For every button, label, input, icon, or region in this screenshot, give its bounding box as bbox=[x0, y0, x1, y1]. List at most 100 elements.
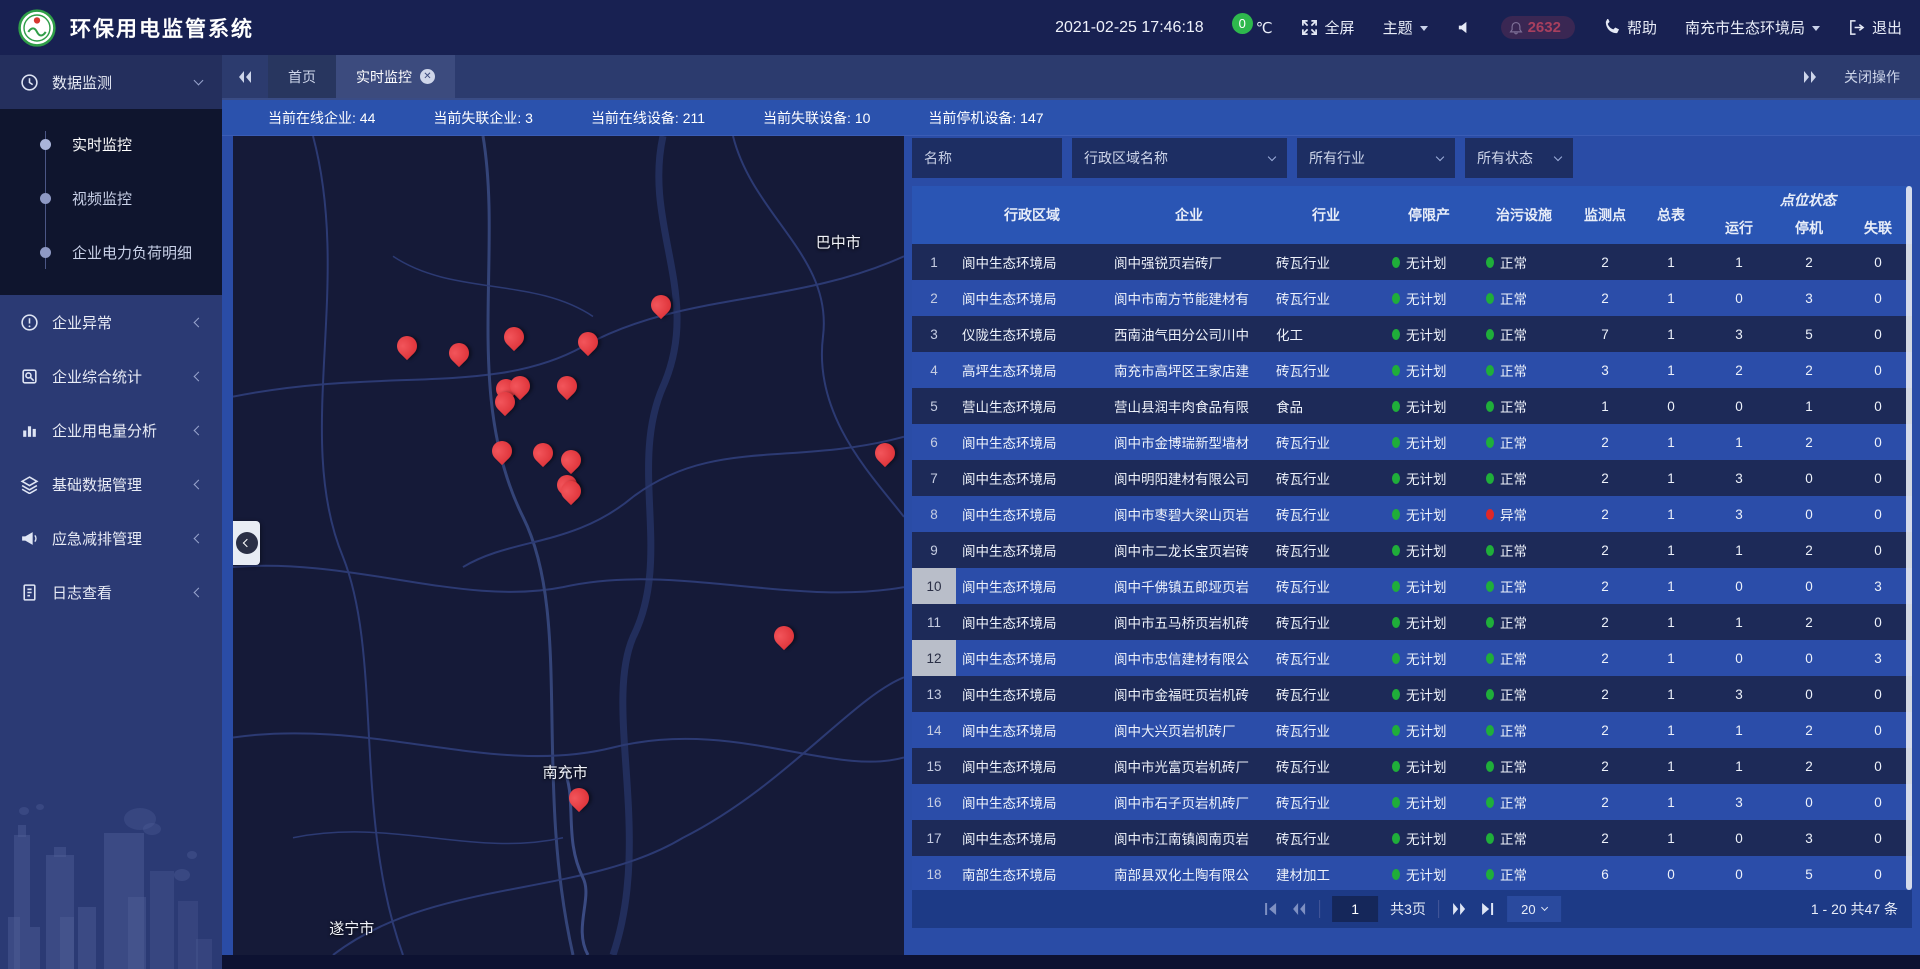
table-row[interactable]: 9阆中生态环境局阆中市二龙长宝页岩砖砖瓦行业无计划正常21120 bbox=[912, 532, 1912, 568]
table-row[interactable]: 17阆中生态环境局阆中市江南镇阆南页岩砖瓦行业无计划正常21030 bbox=[912, 820, 1912, 856]
help-button[interactable]: 帮助 bbox=[1603, 17, 1657, 38]
table-row[interactable]: 12阆中生态环境局阆中市忠信建材有限公砖瓦行业无计划正常21003 bbox=[912, 640, 1912, 676]
first-page-icon[interactable] bbox=[1263, 902, 1279, 916]
cell-run: 0 bbox=[1704, 291, 1774, 306]
table-row[interactable]: 10阆中生态环境局阆中千佛镇五郎垭页岩砖瓦行业无计划正常21003 bbox=[912, 568, 1912, 604]
table-row[interactable]: 8阆中生态环境局阆中市枣碧大梁山页岩砖瓦行业无计划异常21300 bbox=[912, 496, 1912, 532]
table-row[interactable]: 6阆中生态环境局阆中市金博瑞新型墙材砖瓦行业无计划正常21120 bbox=[912, 424, 1912, 460]
status-select[interactable]: 所有状态 bbox=[1465, 138, 1573, 178]
map-pin[interactable] bbox=[561, 450, 581, 470]
map-pin[interactable] bbox=[875, 443, 895, 463]
map-pin[interactable] bbox=[561, 481, 581, 501]
table-row[interactable]: 15阆中生态环境局阆中市光富页岩机砖厂砖瓦行业无计划正常21120 bbox=[912, 748, 1912, 784]
pin-icon bbox=[488, 437, 516, 465]
next-page-icon[interactable] bbox=[1451, 902, 1467, 916]
sidebar-subitem[interactable]: 企业电力负荷明细 bbox=[0, 225, 222, 279]
chevrons-right-icon[interactable] bbox=[1802, 70, 1818, 84]
org-dropdown[interactable]: 南充市生态环境局 bbox=[1685, 17, 1820, 38]
table-row[interactable]: 1阆中生态环境局阆中强锐页岩砖厂砖瓦行业无计划正常21120 bbox=[912, 244, 1912, 280]
cell-region: 阆中生态环境局 bbox=[956, 648, 1108, 668]
status-dot-icon bbox=[1392, 545, 1400, 556]
table-row[interactable]: 13阆中生态环境局阆中市金福旺页岩机砖砖瓦行业无计划正常21300 bbox=[912, 676, 1912, 712]
cell-meters: 1 bbox=[1638, 831, 1704, 846]
cell-stop: 1 bbox=[1774, 399, 1844, 414]
tab-close-icon[interactable]: ✕ bbox=[420, 69, 435, 84]
cell-run: 2 bbox=[1704, 363, 1774, 378]
table-row[interactable]: 4高坪生态环境局南充市高坪区王家店建砖瓦行业无计划正常31220 bbox=[912, 352, 1912, 388]
map-pin[interactable] bbox=[557, 376, 577, 396]
cell-company: 西南油气田分公司川中 bbox=[1108, 324, 1270, 344]
cell-industry: 砖瓦行业 bbox=[1270, 288, 1382, 308]
cell-limit-status: 无计划 bbox=[1382, 324, 1476, 344]
cell-industry: 砖瓦行业 bbox=[1270, 720, 1382, 740]
fullscreen-button[interactable]: 全屏 bbox=[1301, 17, 1355, 38]
cell-run: 1 bbox=[1704, 615, 1774, 630]
cell-run: 0 bbox=[1704, 579, 1774, 594]
table-row[interactable]: 16阆中生态环境局阆中市石子页岩机砖厂砖瓦行业无计划正常21300 bbox=[912, 784, 1912, 820]
table-row[interactable]: 2阆中生态环境局阆中市南方节能建材有砖瓦行业无计划正常21030 bbox=[912, 280, 1912, 316]
map-pin[interactable] bbox=[492, 441, 512, 461]
status-dot-icon bbox=[1486, 437, 1494, 448]
cell-company: 阆中市南方节能建材有 bbox=[1108, 288, 1270, 308]
table-scrollbar[interactable] bbox=[1906, 186, 1912, 890]
map-pin[interactable] bbox=[495, 392, 515, 412]
cell-limit-status: 无计划 bbox=[1382, 684, 1476, 704]
tabs-scroll-left-button[interactable] bbox=[222, 55, 268, 98]
sidebar-item-5[interactable]: 基础数据管理 bbox=[0, 457, 222, 511]
notification-button[interactable]: 2632 bbox=[1501, 16, 1575, 39]
map-collapse-handle[interactable] bbox=[233, 521, 260, 565]
cell-lost: 0 bbox=[1844, 831, 1912, 846]
page-size-select[interactable]: 20 bbox=[1507, 896, 1561, 922]
status-dot-icon bbox=[1486, 473, 1494, 484]
status-dot-icon bbox=[1486, 689, 1494, 700]
sidebar-item-1[interactable]: 数据监测 bbox=[0, 55, 222, 109]
sidebar-item-6[interactable]: 应急减排管理 bbox=[0, 511, 222, 565]
map-pin[interactable] bbox=[449, 343, 469, 363]
map-roads bbox=[233, 136, 904, 955]
map-pin[interactable] bbox=[533, 443, 553, 463]
sidebar-item-4[interactable]: 企业用电量分析 bbox=[0, 403, 222, 457]
status-dot-icon bbox=[1392, 473, 1400, 484]
tab-home[interactable]: 首页 bbox=[268, 55, 336, 98]
sidebar-subitem[interactable]: 实时监控 bbox=[0, 117, 222, 171]
cell-facility-status: 正常 bbox=[1476, 252, 1572, 272]
industry-select[interactable]: 所有行业 bbox=[1297, 138, 1455, 178]
map-pin[interactable] bbox=[651, 295, 671, 315]
cell-industry: 砖瓦行业 bbox=[1270, 252, 1382, 272]
map-pin[interactable] bbox=[504, 327, 524, 347]
table-row[interactable]: 5营山生态环境局营山县润丰肉食品有限食品无计划正常10010 bbox=[912, 388, 1912, 424]
table-row[interactable]: 18南部生态环境局南部县双化土陶有限公建材加工无计划正常60050 bbox=[912, 856, 1912, 890]
cell-stop: 2 bbox=[1774, 543, 1844, 558]
table-row[interactable]: 14阆中生态环境局阆中大兴页岩机砖厂砖瓦行业无计划正常21120 bbox=[912, 712, 1912, 748]
name-search-input[interactable] bbox=[912, 138, 1062, 178]
last-page-icon[interactable] bbox=[1479, 902, 1495, 916]
pin-icon bbox=[871, 439, 899, 467]
sidebar-subitem[interactable]: 视频监控 bbox=[0, 171, 222, 225]
map-pin[interactable] bbox=[774, 626, 794, 646]
cell-industry: 砖瓦行业 bbox=[1270, 576, 1382, 596]
cell-points: 2 bbox=[1572, 579, 1638, 594]
table-row[interactable]: 7阆中生态环境局阆中明阳建材有限公司砖瓦行业无计划正常21300 bbox=[912, 460, 1912, 496]
close-operations-button[interactable]: 关闭操作 bbox=[1844, 67, 1900, 87]
sidebar-item-7[interactable]: 日志查看 bbox=[0, 565, 222, 619]
map-pin[interactable] bbox=[397, 336, 417, 356]
table-row[interactable]: 3仪陇生态环境局西南油气田分公司川中化工无计划正常71350 bbox=[912, 316, 1912, 352]
chevron-left-icon bbox=[242, 539, 250, 547]
speaker-icon[interactable] bbox=[1456, 19, 1473, 36]
map[interactable]: 巴中市南充市遂宁市 bbox=[233, 136, 904, 955]
prev-page-icon[interactable] bbox=[1291, 902, 1307, 916]
bullet-dot-icon bbox=[40, 193, 51, 204]
theme-dropdown[interactable]: 主题 bbox=[1383, 17, 1428, 38]
region-select[interactable]: 行政区域名称 bbox=[1072, 138, 1287, 178]
cell-index: 7 bbox=[912, 460, 956, 496]
tab-realtime-monitor[interactable]: 实时监控 ✕ bbox=[336, 55, 455, 98]
map-pin[interactable] bbox=[569, 788, 589, 808]
logout-button[interactable]: 退出 bbox=[1848, 17, 1902, 38]
page-number-input[interactable] bbox=[1332, 896, 1378, 922]
sidebar-item-3[interactable]: 企业综合统计 bbox=[0, 349, 222, 403]
table-row[interactable]: 11阆中生态环境局阆中市五马桥页岩机砖砖瓦行业无计划正常21120 bbox=[912, 604, 1912, 640]
map-pin[interactable] bbox=[578, 332, 598, 352]
pin-icon bbox=[557, 446, 585, 474]
sidebar-item-2[interactable]: 企业异常 bbox=[0, 295, 222, 349]
sidebar-subitem-label: 视频监控 bbox=[72, 188, 132, 209]
